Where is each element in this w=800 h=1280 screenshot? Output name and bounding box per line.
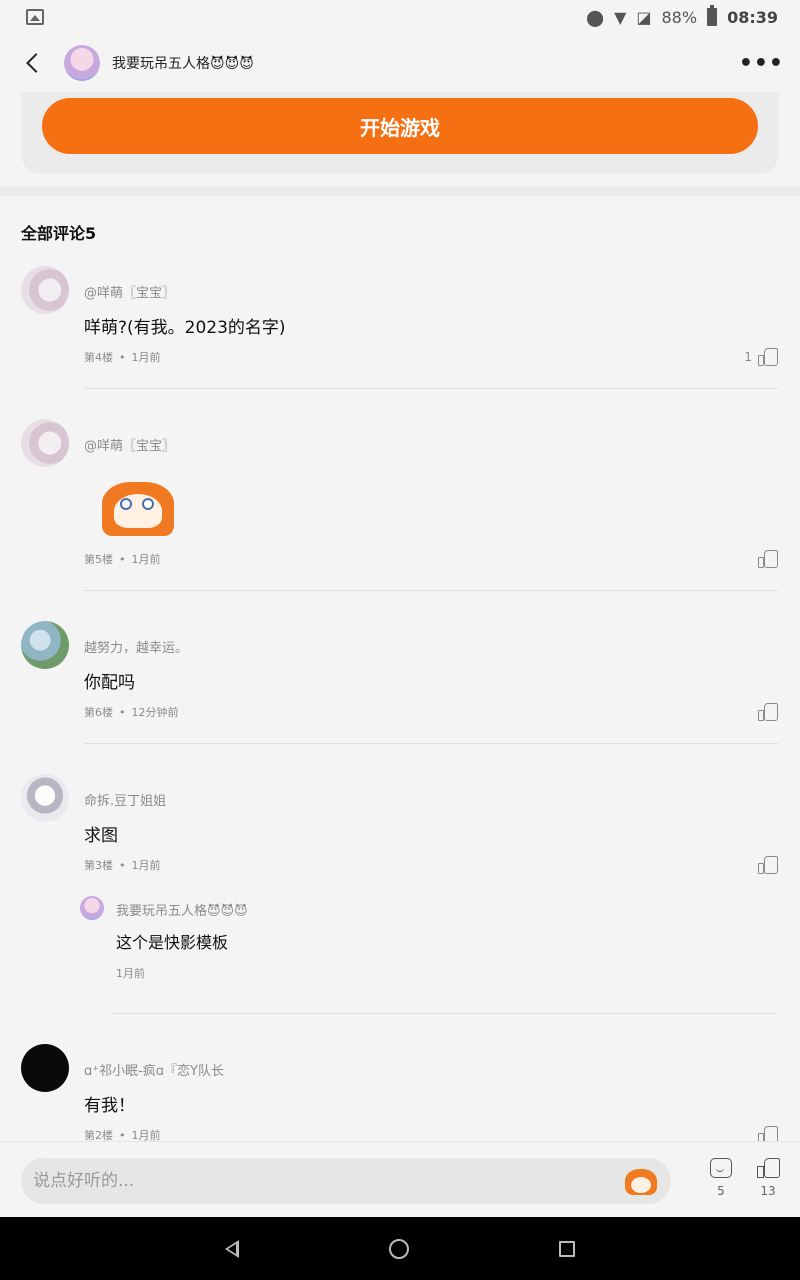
comment-like-button[interactable]: [758, 550, 778, 568]
reply-item: 我要玩吊五人格😈😈😈 这个是快影模板 1月前: [80, 896, 778, 1014]
status-bar: ⬤ ▼ ◪ 88% 08:39: [0, 0, 800, 34]
comments-title: 全部评论5: [21, 224, 97, 243]
comment-item: 越努力，越幸运。 你配吗 第6楼 • 12分钟前: [0, 617, 800, 744]
reply-time: 1月前: [116, 967, 145, 980]
comment-text: 有我！: [84, 1096, 135, 1116]
back-arrow-icon: [26, 53, 46, 73]
thumbs-up-icon: [758, 703, 778, 721]
comment-meta: 第3楼 • 1月前: [84, 856, 778, 874]
comment-meta: 第6楼 • 12分钟前: [84, 703, 778, 721]
game-card: 开始游戏: [21, 92, 779, 174]
comment-meta: 第4楼 • 1月前 1: [84, 348, 778, 366]
likes-count: 13: [760, 1184, 776, 1198]
comment-item: @咩萌〖宝宝〗 第5楼 • 1月前: [0, 415, 800, 591]
start-game-button[interactable]: 开始游戏: [42, 98, 758, 154]
comment-floor: 第2楼: [84, 1129, 113, 1142]
meta-dot: •: [119, 858, 126, 872]
thumbs-up-icon: [758, 1126, 778, 1142]
comment-meta: 第2楼 • 1月前: [84, 1126, 778, 1142]
comment-separator: [84, 388, 778, 389]
comment-text: 求图: [84, 826, 118, 846]
comment-separator: [84, 743, 778, 744]
comments-stat-button[interactable]: 5: [706, 1158, 736, 1198]
sticker-eye: [142, 498, 154, 510]
comment-like-button[interactable]: [758, 856, 778, 874]
comment-time: 1月前: [131, 1129, 161, 1142]
comment-username[interactable]: @咩萌〖宝宝〗: [84, 262, 778, 301]
reply-avatar[interactable]: [80, 896, 104, 920]
user-avatar[interactable]: [21, 419, 69, 467]
top-bar: 我要玩吊五人格😈😈😈 •••: [0, 34, 800, 92]
wifi-icon: ▼: [614, 7, 627, 27]
comment-floor: 第3楼: [84, 859, 113, 872]
gallery-icon: [26, 9, 44, 25]
comment-input-bar: 5 13: [0, 1141, 800, 1217]
comment-separator: [84, 590, 778, 591]
comment-like-button[interactable]: 1: [744, 348, 778, 366]
reply-username[interactable]: 我要玩吊五人格😈😈😈: [116, 896, 778, 919]
comment-item: ɑ⁺祁小眠-疯ɑ『恋Y队长 有我！ 第2楼 • 1月前: [0, 1040, 800, 1142]
sticker-button[interactable]: [623, 1165, 659, 1197]
comment-username[interactable]: 越努力，越幸运。: [84, 617, 778, 656]
reply-text: 这个是快影模板: [116, 933, 229, 952]
comment-input-box[interactable]: [21, 1158, 671, 1204]
comment-time: 1月前: [131, 351, 161, 364]
comment-time: 12分钟前: [131, 706, 179, 719]
thumbs-up-icon: [757, 1158, 780, 1178]
comment-input[interactable]: [33, 1171, 623, 1191]
author-avatar[interactable]: [64, 45, 100, 81]
thumbs-up-icon: [758, 856, 778, 874]
battery-percent: 88%: [661, 7, 698, 27]
back-button[interactable]: [16, 46, 50, 80]
comments-list[interactable]: @咩萌〖宝宝〗 咩萌?(有我。2023的名字) 第4楼 • 1月前 1 @咩萌〖…: [0, 262, 800, 1142]
comments-count: 5: [717, 1184, 725, 1198]
comment-floor: 第6楼: [84, 706, 113, 719]
comment-like-button[interactable]: [758, 1126, 778, 1142]
author-name[interactable]: 我要玩吊五人格😈😈😈: [112, 53, 254, 73]
sticker-eye: [120, 498, 132, 510]
comment-username[interactable]: ɑ⁺祁小眠-疯ɑ『恋Y队长: [84, 1040, 778, 1079]
thumbs-up-icon: [758, 550, 778, 568]
battery-icon: [707, 5, 718, 26]
comment-meta: 第5楼 • 1月前: [84, 550, 778, 568]
comment-icon: [710, 1158, 732, 1178]
thumbs-up-icon: [758, 348, 778, 366]
comment-floor: 第4楼: [84, 351, 113, 364]
no-sim-icon: ◪: [636, 7, 652, 27]
sticker-image[interactable]: [96, 476, 180, 540]
meta-dot: •: [119, 1128, 126, 1142]
user-avatar[interactable]: [21, 1044, 69, 1092]
comment-item: 命拆.豆丁姐姐 求图 第3楼 • 1月前 我要玩吊五人格😈😈😈 这个是快影模板 …: [0, 770, 800, 1014]
sticker-mascot-face: [631, 1177, 651, 1193]
nav-recents-icon[interactable]: [559, 1240, 575, 1257]
comment-text: 你配吗: [84, 673, 135, 693]
user-avatar[interactable]: [21, 774, 69, 822]
more-options-button[interactable]: •••: [739, 51, 784, 76]
comment-item: @咩萌〖宝宝〗 咩萌?(有我。2023的名字) 第4楼 • 1月前 1: [0, 262, 800, 389]
comment-like-count: 1: [744, 350, 752, 364]
comment-floor: 第5楼: [84, 553, 113, 566]
user-avatar[interactable]: [21, 266, 69, 314]
comment-username[interactable]: 命拆.豆丁姐姐: [84, 770, 778, 809]
meta-dot: •: [119, 350, 126, 364]
status-right: ⬤ ▼ ◪ 88% 08:39: [586, 5, 778, 27]
comment-separator: [112, 1013, 778, 1014]
section-divider: [0, 186, 800, 196]
meta-dot: •: [119, 705, 126, 719]
comment-like-button[interactable]: [758, 703, 778, 721]
system-nav-bar: [0, 1217, 800, 1280]
user-avatar[interactable]: [21, 621, 69, 669]
nav-back-icon[interactable]: [225, 1239, 239, 1258]
nav-home-icon[interactable]: [389, 1238, 409, 1259]
comment-time: 1月前: [131, 859, 161, 872]
clock: 08:39: [727, 7, 778, 27]
location-icon: ⬤: [586, 7, 605, 27]
comment-text: 咩萌?(有我。2023的名字): [84, 318, 286, 338]
like-stat-button[interactable]: 13: [753, 1158, 783, 1198]
comment-time: 1月前: [131, 553, 161, 566]
meta-dot: •: [119, 552, 126, 566]
comment-username[interactable]: @咩萌〖宝宝〗: [84, 415, 778, 454]
